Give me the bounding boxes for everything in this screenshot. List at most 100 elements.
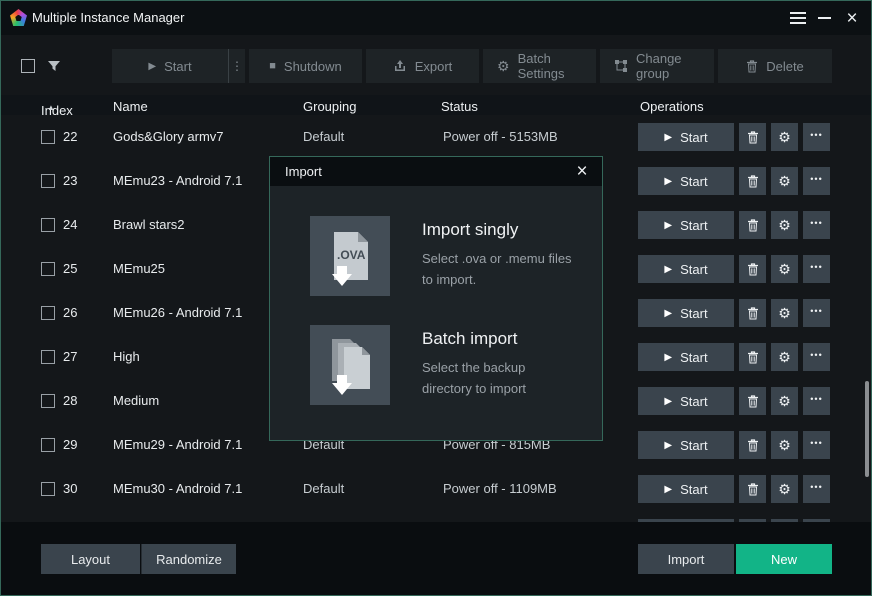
row-settings-button[interactable]: ⚙ [771, 475, 798, 503]
row-more-button[interactable]: ••• [803, 475, 830, 503]
row-start-button[interactable]: ▶ Start [638, 211, 734, 239]
row-start-button[interactable]: ▶ Start [638, 123, 734, 151]
start-dropdown-button[interactable]: ⋮ [228, 49, 245, 83]
row-more-button[interactable]: ••• [803, 299, 830, 327]
close-icon: × [846, 9, 857, 28]
more-icon: ••• [810, 439, 822, 452]
import-singly-option[interactable]: .OVA Import singly Select .ova or .memu … [310, 216, 582, 296]
row-more-button[interactable]: ••• [803, 123, 830, 151]
titlebar: Multiple Instance Manager × [1, 1, 871, 35]
row-settings-button[interactable]: ⚙ [771, 343, 798, 371]
scrollbar-thumb[interactable] [865, 381, 869, 477]
row-start-label: Start [680, 218, 707, 233]
column-header-status[interactable]: Status [441, 99, 478, 114]
row-checkbox[interactable] [41, 350, 55, 364]
row-delete-button[interactable] [739, 431, 766, 459]
row-start-button[interactable]: ▶ Start [638, 475, 734, 503]
shutdown-button[interactable]: ■ Shutdown [249, 49, 362, 83]
row-checkbox[interactable] [41, 130, 55, 144]
row-start-button[interactable]: ▶ Start [638, 167, 734, 195]
row-delete-button[interactable] [739, 475, 766, 503]
filter-icon[interactable] [46, 58, 62, 79]
play-icon: ▶ [664, 220, 672, 231]
row-settings-button[interactable]: ⚙ [771, 167, 798, 195]
row-settings-button[interactable]: ⚙ [771, 431, 798, 459]
row-checkbox[interactable] [41, 218, 55, 232]
row-delete-button[interactable] [739, 211, 766, 239]
batch-import-option[interactable]: Batch import Select the backup directory… [310, 325, 582, 405]
import-dialog-close-button[interactable]: × [568, 157, 596, 186]
trash-icon [747, 307, 759, 320]
more-icon: ••• [810, 131, 822, 144]
gear-icon: ⚙ [778, 130, 791, 144]
row-checkbox[interactable] [41, 394, 55, 408]
gear-icon: ⚙ [778, 218, 791, 232]
row-checkbox[interactable] [41, 306, 55, 320]
import-button[interactable]: Import [638, 544, 734, 574]
row-start-button[interactable]: ▶ Start [638, 387, 734, 415]
more-icon: ••• [810, 219, 822, 232]
row-index: 26 [63, 305, 77, 320]
group-tree-icon [614, 59, 628, 73]
layout-button[interactable]: Layout [41, 544, 140, 574]
row-start-button[interactable]: ▶ Start [638, 431, 734, 459]
row-more-button[interactable]: ••• [803, 255, 830, 283]
row-start-label: Start [680, 262, 707, 277]
row-start-label: Start [680, 350, 707, 365]
trash-icon [747, 351, 759, 364]
window-title: Multiple Instance Manager [32, 10, 184, 25]
randomize-button[interactable]: Randomize [141, 544, 236, 574]
row-more-button[interactable]: ••• [803, 431, 830, 459]
batch-settings-button[interactable]: ⚙ Batch Settings [483, 49, 596, 83]
row-delete-button[interactable] [739, 167, 766, 195]
row-more-button[interactable]: ••• [803, 343, 830, 371]
row-settings-button[interactable]: ⚙ [771, 211, 798, 239]
row-settings-button[interactable]: ⚙ [771, 255, 798, 283]
row-checkbox[interactable] [41, 174, 55, 188]
row-name: MEmu25 [113, 261, 165, 276]
delete-button[interactable]: Delete [718, 49, 832, 83]
row-name: MEmu30 - Android 7.1 [113, 481, 242, 496]
change-group-label: Change group [636, 51, 700, 81]
row-delete-button[interactable] [739, 299, 766, 327]
row-delete-button[interactable] [739, 255, 766, 283]
row-operations: ▶ Start ⚙ ••• [638, 343, 830, 371]
export-button[interactable]: Export [366, 49, 479, 83]
column-header-grouping[interactable]: Grouping [303, 99, 356, 114]
row-more-button[interactable]: ••• [803, 211, 830, 239]
close-button[interactable]: × [837, 1, 867, 35]
change-group-button[interactable]: Change group [600, 49, 714, 83]
row-checkbox[interactable] [41, 482, 55, 496]
row-settings-button[interactable]: ⚙ [771, 123, 798, 151]
stop-icon: ■ [269, 60, 276, 72]
row-operations: ▶ Start ⚙ ••• [638, 431, 830, 459]
row-more-button[interactable]: ••• [803, 387, 830, 415]
row-more-button[interactable]: ••• [803, 167, 830, 195]
row-operations: ▶ Start ⚙ ••• [638, 123, 830, 151]
import-singly-description: Select .ova or .memu files to import. [422, 248, 572, 290]
new-button[interactable]: New [736, 544, 832, 574]
row-status: Power off - 1109MB [443, 481, 557, 496]
row-start-button[interactable]: ▶ Start [638, 343, 734, 371]
row-delete-button[interactable] [739, 123, 766, 151]
row-settings-button[interactable]: ⚙ [771, 387, 798, 415]
column-header-name[interactable]: Name [113, 99, 148, 114]
gear-icon: ⚙ [778, 262, 791, 276]
row-settings-button[interactable]: ⚙ [771, 299, 798, 327]
row-operations: ▶ Start ⚙ ••• [638, 387, 830, 415]
row-delete-button[interactable] [739, 387, 766, 415]
row-delete-button[interactable] [739, 343, 766, 371]
sort-asc-icon: ▲ [47, 103, 55, 112]
more-icon: ••• [810, 351, 822, 364]
start-label: Start [164, 59, 191, 74]
row-checkbox[interactable] [41, 438, 55, 452]
row-checkbox[interactable] [41, 262, 55, 276]
start-button[interactable]: ▶ Start [112, 49, 228, 83]
select-all-checkbox[interactable] [21, 59, 35, 73]
row-start-button[interactable]: ▶ Start [638, 299, 734, 327]
row-start-button[interactable]: ▶ Start [638, 255, 734, 283]
trash-icon [747, 483, 759, 496]
trash-icon [747, 175, 759, 188]
minimize-button[interactable] [809, 1, 839, 35]
play-icon: ▶ [664, 308, 672, 319]
